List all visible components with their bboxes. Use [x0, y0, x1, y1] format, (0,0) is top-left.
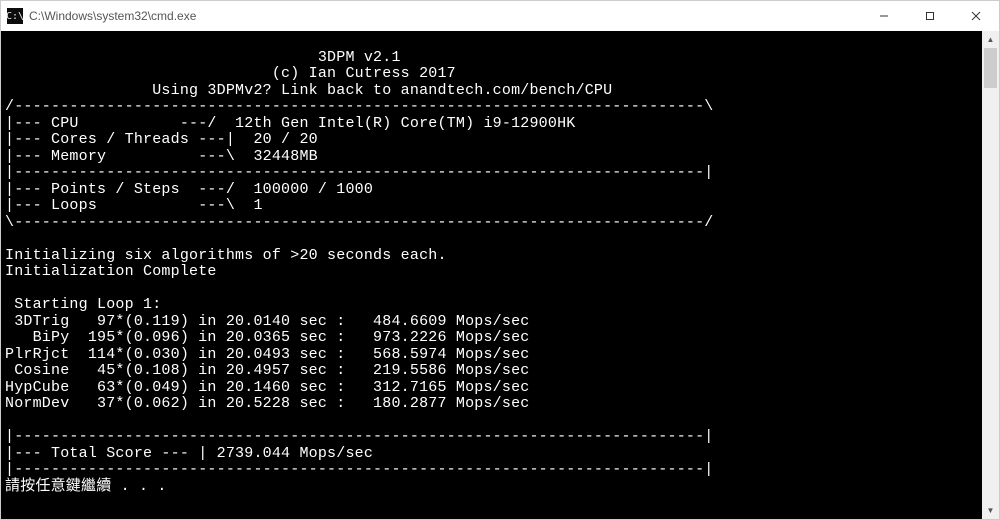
separator: |---------------------------------------…	[5, 164, 714, 181]
console-output: 3DPM v2.1 (c) Ian Cutress 2017 Using 3DP…	[1, 31, 999, 519]
close-button[interactable]	[953, 1, 999, 31]
window-title: C:\Windows\system32\cmd.exe	[29, 9, 861, 23]
cpu-info-line: |--- CPU ---/ 12th Gen Intel(R) Core(TM)…	[5, 115, 576, 132]
result-row: PlrRjct 114*(0.030) in 20.0493 sec : 568…	[5, 346, 529, 363]
vertical-scrollbar[interactable]: ▲ ▼	[982, 31, 999, 519]
titlebar: C:\ C:\Windows\system32\cmd.exe	[1, 1, 999, 31]
separator: |---------------------------------------…	[5, 461, 714, 478]
result-row: NormDev 37*(0.062) in 20.5228 sec : 180.…	[5, 395, 529, 412]
window-controls	[861, 1, 999, 31]
loop-header: Starting Loop 1:	[5, 296, 161, 313]
scroll-up-button[interactable]: ▲	[982, 31, 999, 48]
points-info-line: |--- Points / Steps ---/ 100000 / 1000	[5, 181, 373, 198]
header-line: Using 3DPMv2? Link back to anandtech.com…	[5, 82, 612, 99]
init-line: Initialization Complete	[5, 263, 217, 280]
maximize-button[interactable]	[907, 1, 953, 31]
separator: \---------------------------------------…	[5, 214, 714, 231]
minimize-button[interactable]	[861, 1, 907, 31]
loops-info-line: |--- Loops ---\ 1	[5, 197, 263, 214]
result-row: HypCube 63*(0.049) in 20.1460 sec : 312.…	[5, 379, 529, 396]
result-row: BiPy 195*(0.096) in 20.0365 sec : 973.22…	[5, 329, 529, 346]
press-any-key-prompt: 請按任意鍵繼續 . . .	[5, 478, 167, 495]
cores-info-line: |--- Cores / Threads ---| 20 / 20	[5, 131, 318, 148]
header-line: 3DPM v2.1	[5, 49, 401, 66]
scroll-track[interactable]	[982, 48, 999, 502]
header-line: (c) Ian Cutress 2017	[5, 65, 456, 82]
init-line: Initializing six algorithms of >20 secon…	[5, 247, 447, 264]
scroll-down-button[interactable]: ▼	[982, 502, 999, 519]
cmd-window: C:\ C:\Windows\system32\cmd.exe 3DPM v2.…	[0, 0, 1000, 520]
memory-info-line: |--- Memory ---\ 32448MB	[5, 148, 318, 165]
cmd-icon: C:\	[7, 8, 23, 24]
scroll-thumb[interactable]	[984, 48, 997, 88]
total-score-line: |--- Total Score --- | 2739.044 Mops/sec	[5, 445, 373, 462]
separator: /---------------------------------------…	[5, 98, 714, 115]
separator: |---------------------------------------…	[5, 428, 714, 445]
result-row: Cosine 45*(0.108) in 20.4957 sec : 219.5…	[5, 362, 529, 379]
result-row: 3DTrig 97*(0.119) in 20.0140 sec : 484.6…	[5, 313, 529, 330]
